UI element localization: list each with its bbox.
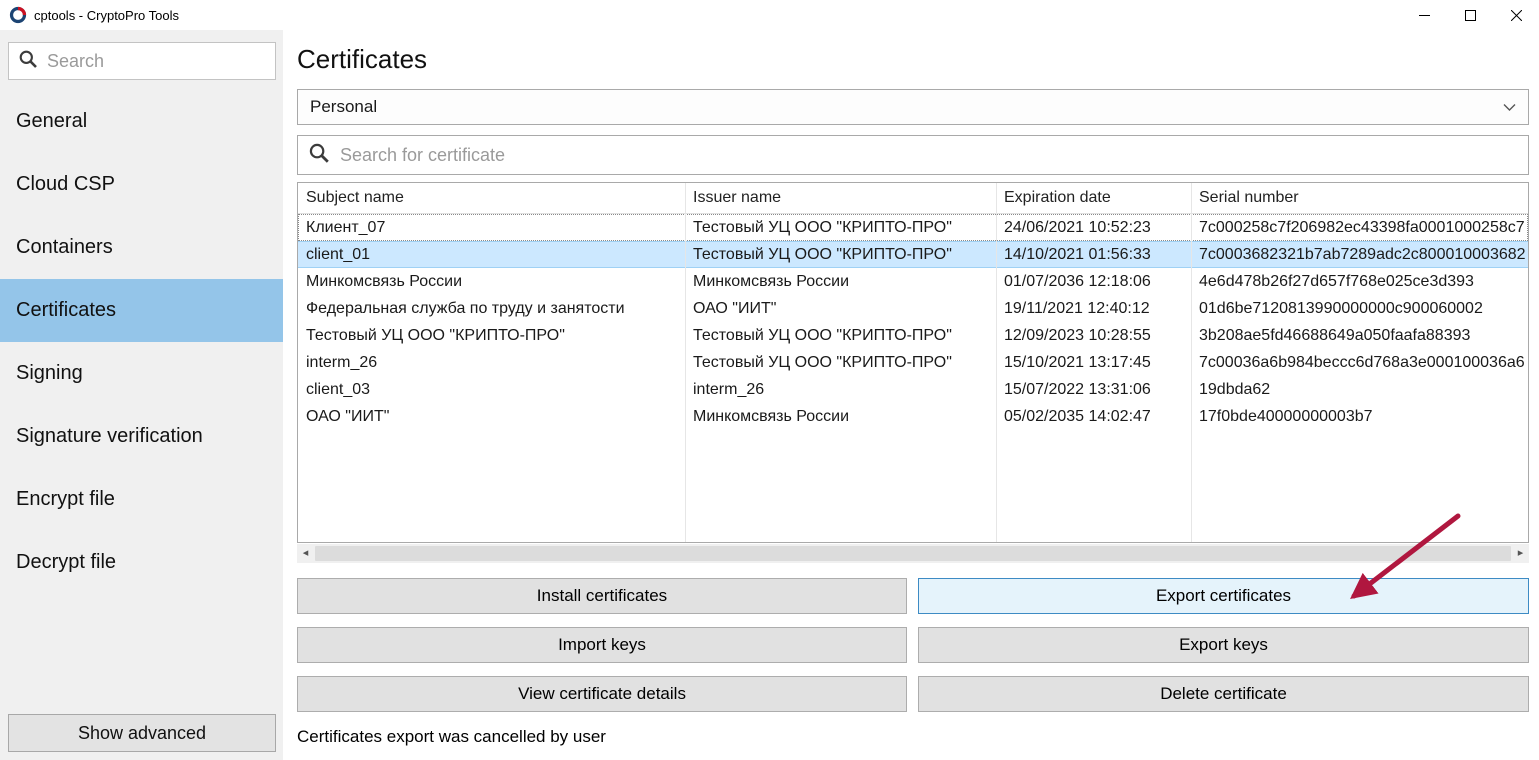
cell-expiration: 05/02/2035 14:02:47: [996, 403, 1191, 430]
titlebar: cptools - CryptoPro Tools: [0, 0, 1539, 30]
cell-subject: client_03: [298, 376, 685, 403]
certificate-table-body: Клиент_07Тестовый УЦ ООО "КРИПТО-ПРО"24/…: [298, 214, 1528, 430]
cell-issuer: Минкомсвязь России: [685, 403, 996, 430]
close-button[interactable]: [1493, 0, 1539, 30]
window-title: cptools - CryptoPro Tools: [34, 8, 179, 23]
cell-subject: ОАО "ИИТ": [298, 403, 685, 430]
scrollbar-thumb[interactable]: [315, 546, 1511, 561]
store-dropdown[interactable]: Personal: [297, 89, 1529, 125]
sidebar-search[interactable]: [8, 42, 276, 80]
cell-subject: Клиент_07: [298, 214, 685, 241]
chevron-down-icon: [1503, 103, 1516, 112]
cell-serial: 01d6be7120813990000000c900060002: [1191, 295, 1529, 322]
scroll-left-icon[interactable]: ◂: [297, 544, 314, 563]
search-icon: [308, 142, 330, 169]
cell-serial: 17f0bde40000000003b7: [1191, 403, 1529, 430]
page-title: Certificates: [297, 44, 427, 75]
table-row[interactable]: Минкомсвязь РоссииМинкомсвязь России01/0…: [298, 268, 1528, 295]
cell-subject: interm_26: [298, 349, 685, 376]
cell-issuer: Минкомсвязь России: [685, 268, 996, 295]
scroll-right-icon[interactable]: ▸: [1512, 544, 1529, 563]
cell-expiration: 15/10/2021 13:17:45: [996, 349, 1191, 376]
cell-expiration: 14/10/2021 01:56:33: [996, 241, 1191, 268]
table-row[interactable]: ОАО "ИИТ"Минкомсвязь России05/02/2035 14…: [298, 403, 1528, 430]
cell-subject: Минкомсвязь России: [298, 268, 685, 295]
table-row[interactable]: client_03interm_2615/07/2022 13:31:0619d…: [298, 376, 1528, 403]
store-dropdown-value: Personal: [310, 97, 377, 117]
cell-serial: 19dbda62: [1191, 376, 1529, 403]
cell-serial: 7c000258c7f206982ec43398fa0001000258c7: [1191, 214, 1529, 241]
cell-expiration: 19/11/2021 12:40:12: [996, 295, 1191, 322]
cell-expiration: 15/07/2022 13:31:06: [996, 376, 1191, 403]
table-header: Subject name Issuer name Expiration date…: [298, 183, 1528, 214]
status-text: Certificates export was cancelled by use…: [297, 727, 606, 747]
cell-subject: Федеральная служба по труду и занятости: [298, 295, 685, 322]
cell-issuer: ОАО "ИИТ": [685, 295, 996, 322]
action-buttons: Install certificates Export certificates…: [297, 578, 1529, 712]
certificate-search-input[interactable]: [340, 145, 1518, 166]
maximize-button[interactable]: [1447, 0, 1493, 30]
table-row[interactable]: Федеральная служба по труду и занятостиО…: [298, 295, 1528, 322]
cell-serial: 7c00036a6b984beccc6d768a3e000100036a6: [1191, 349, 1529, 376]
horizontal-scrollbar[interactable]: ◂ ▸: [297, 544, 1529, 563]
sidebar-item-decrypt-file[interactable]: Decrypt file: [0, 531, 283, 594]
sidebar-item-cloud-csp[interactable]: Cloud CSP: [0, 153, 283, 216]
column-header-subject[interactable]: Subject name: [298, 183, 685, 213]
cell-issuer: interm_26: [685, 376, 996, 403]
cell-subject: Тестовый УЦ ООО "КРИПТО-ПРО": [298, 322, 685, 349]
cell-issuer: Тестовый УЦ ООО "КРИПТО-ПРО": [685, 214, 996, 241]
sidebar-item-containers[interactable]: Containers: [0, 216, 283, 279]
delete-certificate-button[interactable]: Delete certificate: [918, 676, 1529, 712]
table-row[interactable]: Тестовый УЦ ООО "КРИПТО-ПРО"Тестовый УЦ …: [298, 322, 1528, 349]
install-certificates-button[interactable]: Install certificates: [297, 578, 907, 614]
view-certificate-details-button[interactable]: View certificate details: [297, 676, 907, 712]
cell-issuer: Тестовый УЦ ООО "КРИПТО-ПРО": [685, 322, 996, 349]
column-header-expiration[interactable]: Expiration date: [996, 183, 1191, 213]
minimize-button[interactable]: [1401, 0, 1447, 30]
window-controls: [1401, 0, 1539, 30]
column-header-serial[interactable]: Serial number: [1191, 183, 1529, 213]
cell-subject: client_01: [298, 241, 685, 268]
import-keys-button[interactable]: Import keys: [297, 627, 907, 663]
sidebar-item-signature-verification[interactable]: Signature verification: [0, 405, 283, 468]
cell-serial: 3b208ae5fd46688649a050faafa88393: [1191, 322, 1529, 349]
search-icon: [18, 49, 38, 74]
table-row[interactable]: Клиент_07Тестовый УЦ ООО "КРИПТО-ПРО"24/…: [298, 214, 1528, 241]
export-keys-button[interactable]: Export keys: [918, 627, 1529, 663]
cell-serial: 4e6d478b26f27d657f768e025ce3d393: [1191, 268, 1529, 295]
sidebar: General Cloud CSP Containers Certificate…: [0, 30, 283, 760]
cell-serial: 7c0003682321b7ab7289adc2c800010003682: [1191, 241, 1529, 268]
cell-issuer: Тестовый УЦ ООО "КРИПТО-ПРО": [685, 349, 996, 376]
cell-expiration: 01/07/2036 12:18:06: [996, 268, 1191, 295]
app-logo-icon: [9, 6, 27, 24]
sidebar-item-general[interactable]: General: [0, 90, 283, 153]
column-header-issuer[interactable]: Issuer name: [685, 183, 996, 213]
sidebar-search-input[interactable]: [47, 51, 279, 72]
main-panel: Certificates Personal Subject name Issue…: [283, 30, 1539, 760]
export-certificates-button[interactable]: Export certificates: [918, 578, 1529, 614]
table-row[interactable]: interm_26Тестовый УЦ ООО "КРИПТО-ПРО"15/…: [298, 349, 1528, 376]
sidebar-item-signing[interactable]: Signing: [0, 342, 283, 405]
table-row[interactable]: client_01Тестовый УЦ ООО "КРИПТО-ПРО"14/…: [298, 241, 1528, 268]
cell-expiration: 24/06/2021 10:52:23: [996, 214, 1191, 241]
certificate-search[interactable]: [297, 135, 1529, 175]
cell-issuer: Тестовый УЦ ООО "КРИПТО-ПРО": [685, 241, 996, 268]
sidebar-item-certificates[interactable]: Certificates: [0, 279, 283, 342]
certificate-table: Subject name Issuer name Expiration date…: [297, 182, 1529, 543]
sidebar-nav: General Cloud CSP Containers Certificate…: [0, 90, 283, 594]
cell-expiration: 12/09/2023 10:28:55: [996, 322, 1191, 349]
sidebar-item-encrypt-file[interactable]: Encrypt file: [0, 468, 283, 531]
show-advanced-button[interactable]: Show advanced: [8, 714, 276, 752]
